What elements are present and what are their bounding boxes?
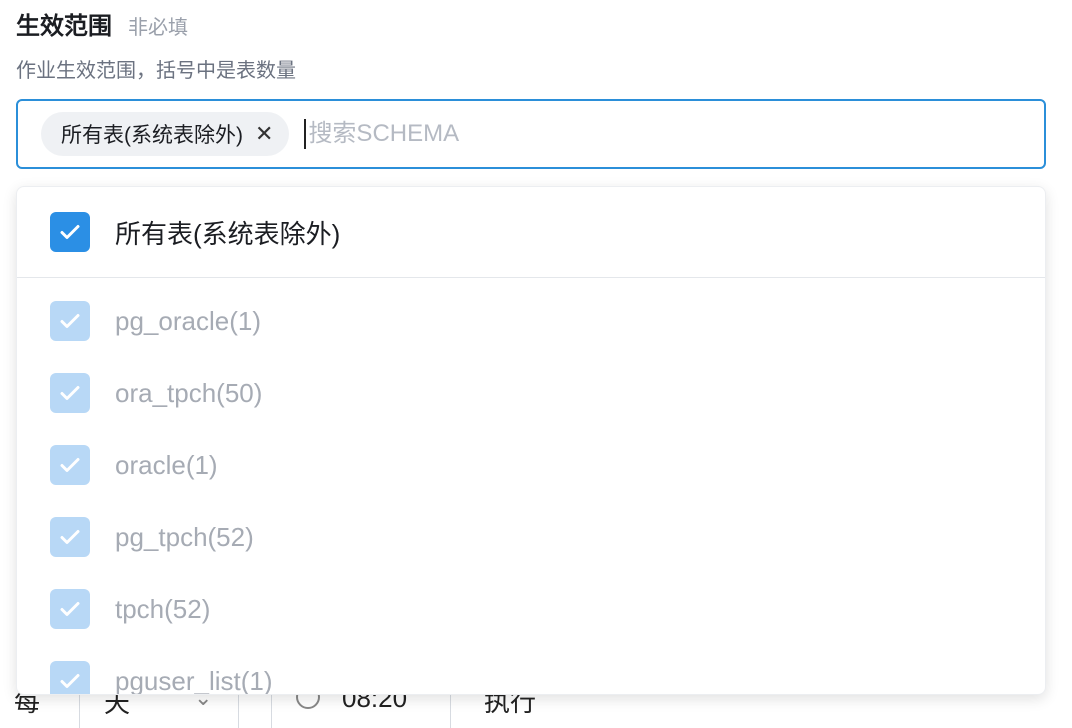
checkbox-disabled <box>50 661 90 694</box>
option-label: ora_tpch(50) <box>115 377 263 408</box>
optional-hint: 非必填 <box>128 17 188 39</box>
checkbox-disabled <box>50 445 90 485</box>
selected-tag: 所有表(系统表除外) ✕ <box>41 112 290 156</box>
close-icon[interactable]: ✕ <box>255 123 273 145</box>
option-item[interactable]: pg_tpch(52) <box>17 501 1045 573</box>
field-label: 生效范围 <box>16 13 112 40</box>
option-all-label: 所有表(系统表除外) <box>115 218 341 249</box>
selected-tag-label: 所有表(系统表除外) <box>61 124 243 147</box>
field-title: 生效范围 非必填 <box>16 6 188 41</box>
option-label: pg_tpch(52) <box>115 521 254 552</box>
option-item[interactable]: ora_tpch(50) <box>17 357 1045 429</box>
check-icon <box>60 602 80 616</box>
option-all[interactable]: 所有表(系统表除外) <box>17 187 1045 278</box>
check-icon <box>60 458 80 472</box>
check-icon <box>60 225 80 239</box>
option-label: oracle(1) <box>115 449 218 480</box>
checkbox-disabled <box>50 373 90 413</box>
schema-multiselect[interactable]: 所有表(系统表除外) ✕ <box>16 99 1046 169</box>
checkbox-disabled <box>50 517 90 557</box>
text-caret <box>304 119 307 149</box>
option-item[interactable]: pg_oracle(1) <box>17 285 1045 357</box>
option-list: pg_oracle(1) ora_tpch(50) oracle(1) pg_t… <box>17 278 1045 695</box>
option-item[interactable]: pguser_list(1) <box>17 645 1045 695</box>
schema-dropdown: 所有表(系统表除外) pg_oracle(1) ora_tpch(50) ora… <box>16 186 1046 695</box>
option-item[interactable]: tpch(52) <box>17 573 1045 645</box>
checkbox-checked[interactable] <box>50 212 90 252</box>
check-icon <box>60 386 80 400</box>
option-label: tpch(52) <box>115 593 211 624</box>
check-icon <box>60 674 80 688</box>
option-label: pguser_list(1) <box>115 665 273 695</box>
checkbox-disabled <box>50 589 90 629</box>
check-icon <box>60 314 80 328</box>
check-icon <box>60 530 80 544</box>
checkbox-disabled <box>50 301 90 341</box>
field-description: 作业生效范围，括号中是表数量 <box>16 60 296 82</box>
option-label: pg_oracle(1) <box>115 305 261 336</box>
page: 生效范围 非必填 作业生效范围，括号中是表数量 所有表(系统表除外) ✕ 每 天… <box>0 0 1072 728</box>
option-item[interactable]: oracle(1) <box>17 429 1045 501</box>
schema-search-input[interactable] <box>308 120 909 148</box>
